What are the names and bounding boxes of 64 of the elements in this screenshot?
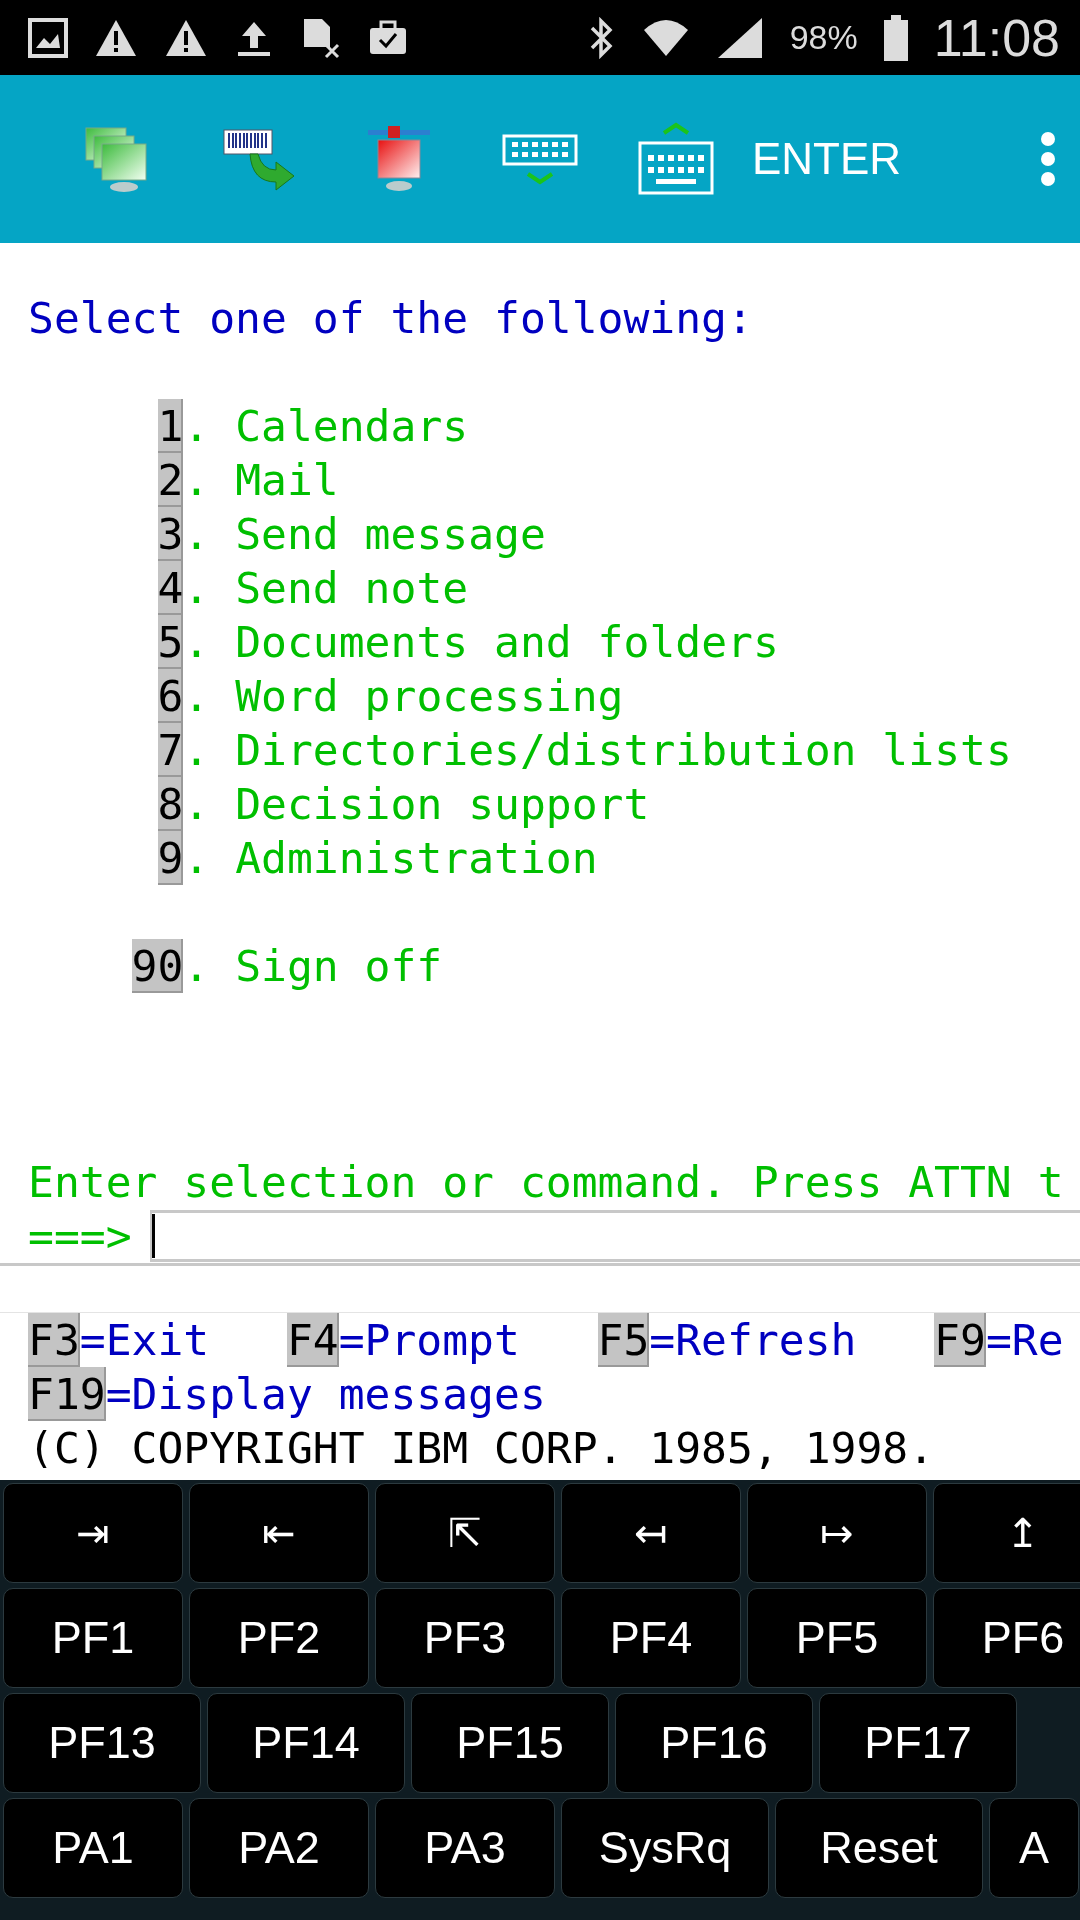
prompt-text: Enter selection or command. Press ATTN t <box>28 1156 1064 1209</box>
option-label: . Word processing <box>183 670 624 723</box>
option-number[interactable]: 90 <box>131 939 184 993</box>
keyboard-key[interactable]: PF5 <box>747 1588 927 1688</box>
copyright-text: (C) COPYRIGHT IBM CORP. 1985, 1998. <box>28 1421 935 1475</box>
keyboard-key[interactable]: Reset <box>775 1798 983 1898</box>
keyboard-key[interactable]: PF3 <box>375 1588 555 1688</box>
keyboard-key[interactable]: PF16 <box>615 1693 813 1793</box>
option-label: . Send note <box>183 562 469 615</box>
function-label: =Refresh <box>649 1313 857 1367</box>
option-label: . Administration <box>183 832 598 885</box>
option-label: . Calendars <box>183 400 469 453</box>
command-arrow: ===> <box>28 1210 132 1263</box>
keyboard-key[interactable]: PF1 <box>3 1588 183 1688</box>
function-key[interactable]: F4 <box>286 1312 339 1367</box>
keyboard-key[interactable]: PF2 <box>189 1588 369 1688</box>
option-label: . Mail <box>183 454 339 507</box>
battery-icon <box>883 14 908 61</box>
clock: 11:08 <box>933 7 1060 68</box>
option-number[interactable]: 8 <box>157 777 184 831</box>
option-number[interactable]: 7 <box>157 723 184 777</box>
option-label: . Decision support <box>183 778 650 831</box>
function-key[interactable]: F19 <box>28 1366 106 1421</box>
option-number[interactable]: 9 <box>157 831 184 885</box>
keyboard-key[interactable]: ⇱ <box>375 1483 555 1583</box>
keyboard-key[interactable]: ↤ <box>561 1483 741 1583</box>
function-key[interactable]: F5 <box>597 1312 650 1367</box>
option-number[interactable]: 6 <box>157 669 184 723</box>
keyboard-key[interactable]: PF6 <box>933 1588 1080 1688</box>
command-field[interactable] <box>149 1210 1080 1262</box>
keyboard-key[interactable]: SysRq <box>561 1798 769 1898</box>
option-label: . Sign off <box>183 940 443 993</box>
keyboard-key[interactable]: ⇥ <box>3 1483 183 1583</box>
keyboard-key[interactable]: PA1 <box>3 1798 183 1898</box>
function-key[interactable]: F9 <box>934 1312 986 1367</box>
battery-level: 98% <box>789 18 858 57</box>
keyboard-key[interactable]: ↦ <box>747 1483 927 1583</box>
option-number[interactable]: 5 <box>157 615 184 669</box>
keyboard-key[interactable]: PF14 <box>207 1693 405 1793</box>
keyboard-key[interactable]: PF13 <box>3 1693 201 1793</box>
screen-title: Select one of the following: <box>28 292 753 345</box>
option-number[interactable]: 1 <box>157 399 184 453</box>
keyboard-key[interactable]: A <box>989 1798 1079 1898</box>
picture-icon <box>28 17 68 58</box>
option-label: . Documents and folders <box>183 616 779 669</box>
function-label: =Re <box>985 1313 1064 1367</box>
option-label: . Send message <box>183 508 546 561</box>
keyboard-key[interactable]: PF17 <box>819 1693 1017 1793</box>
option-label: . Directories/distribution lists <box>183 724 1012 777</box>
keyboard-key[interactable]: ↥ <box>933 1483 1080 1583</box>
keyboard-key[interactable]: PF15 <box>411 1693 609 1793</box>
keyboard-key[interactable]: PF4 <box>561 1588 741 1688</box>
more-menu-icon[interactable] <box>1038 129 1058 189</box>
option-number[interactable]: 4 <box>157 561 184 615</box>
function-label: =Exit <box>79 1313 210 1367</box>
text-cursor <box>151 1214 155 1258</box>
option-number[interactable]: 3 <box>157 507 184 561</box>
keyboard-key[interactable]: PA3 <box>375 1798 555 1898</box>
option-number[interactable]: 2 <box>157 453 184 507</box>
function-key[interactable]: F3 <box>28 1312 80 1367</box>
function-label: =Prompt <box>338 1313 520 1367</box>
keyboard-key[interactable]: PA2 <box>189 1798 369 1898</box>
keyboard-key[interactable]: ⇤ <box>189 1483 369 1583</box>
function-label: =Display messages <box>105 1367 546 1421</box>
